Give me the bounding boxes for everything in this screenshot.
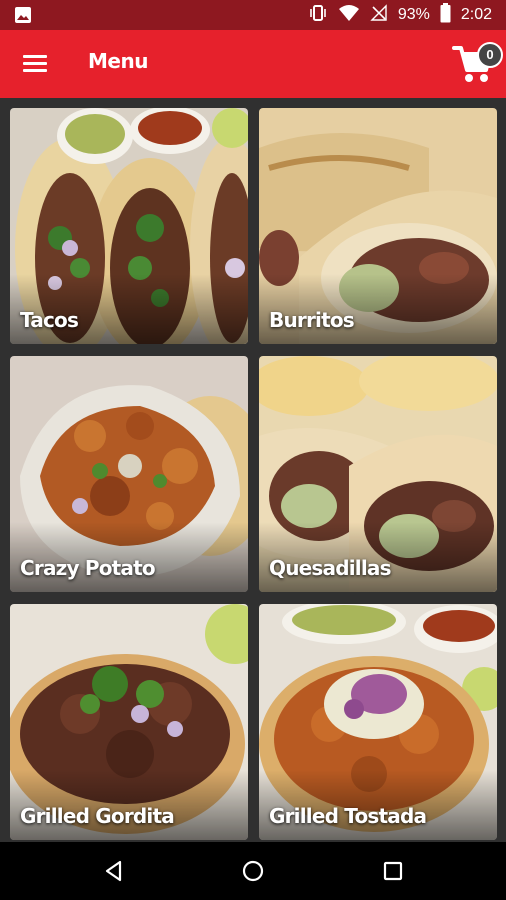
battery-icon — [440, 3, 451, 27]
app-bar: Menu — [0, 30, 506, 98]
home-button[interactable] — [239, 857, 267, 885]
page-title: Menu — [88, 49, 148, 73]
category-tile-burritos[interactable]: Burritos — [259, 108, 497, 344]
wifi-icon — [338, 4, 360, 26]
status-time: 2:02 — [460, 6, 492, 23]
recents-button[interactable] — [379, 857, 407, 885]
image-icon — [14, 6, 32, 28]
cart-count-badge: 0 — [477, 42, 503, 68]
status-bar: 93% 2:02 — [0, 0, 506, 30]
category-grid: Tacos Burritos Crazy Potato Quesadillas … — [0, 98, 506, 842]
battery-percent: 93% — [397, 6, 430, 23]
recents-icon — [383, 861, 403, 881]
back-icon — [105, 860, 122, 882]
category-tile-grilled-tostada[interactable]: Grilled Tostada — [259, 604, 497, 840]
app-screen: 93% 2:02 Menu 0 Tacos Burritos Crazy Pot… — [0, 0, 506, 900]
category-tile-quesadillas[interactable]: Quesadillas — [259, 356, 497, 592]
category-tile-tacos[interactable]: Tacos — [10, 108, 248, 344]
category-tile-crazy-potato[interactable]: Crazy Potato — [10, 356, 248, 592]
vibrate-icon — [308, 3, 328, 27]
category-label: Grilled Gordita — [20, 804, 175, 828]
home-icon — [242, 860, 264, 882]
category-label: Grilled Tostada — [269, 804, 427, 828]
category-label: Crazy Potato — [20, 556, 156, 580]
category-label: Tacos — [20, 308, 79, 332]
category-label: Quesadillas — [269, 556, 392, 580]
category-tile-grilled-gordita[interactable]: Grilled Gordita — [10, 604, 248, 840]
category-label: Burritos — [269, 308, 355, 332]
hamburger-menu-icon — [23, 55, 47, 58]
no-signal-icon — [370, 4, 388, 26]
hamburger-menu-button[interactable] — [20, 50, 52, 78]
system-navigation-bar — [0, 842, 506, 900]
back-button[interactable] — [100, 857, 128, 885]
